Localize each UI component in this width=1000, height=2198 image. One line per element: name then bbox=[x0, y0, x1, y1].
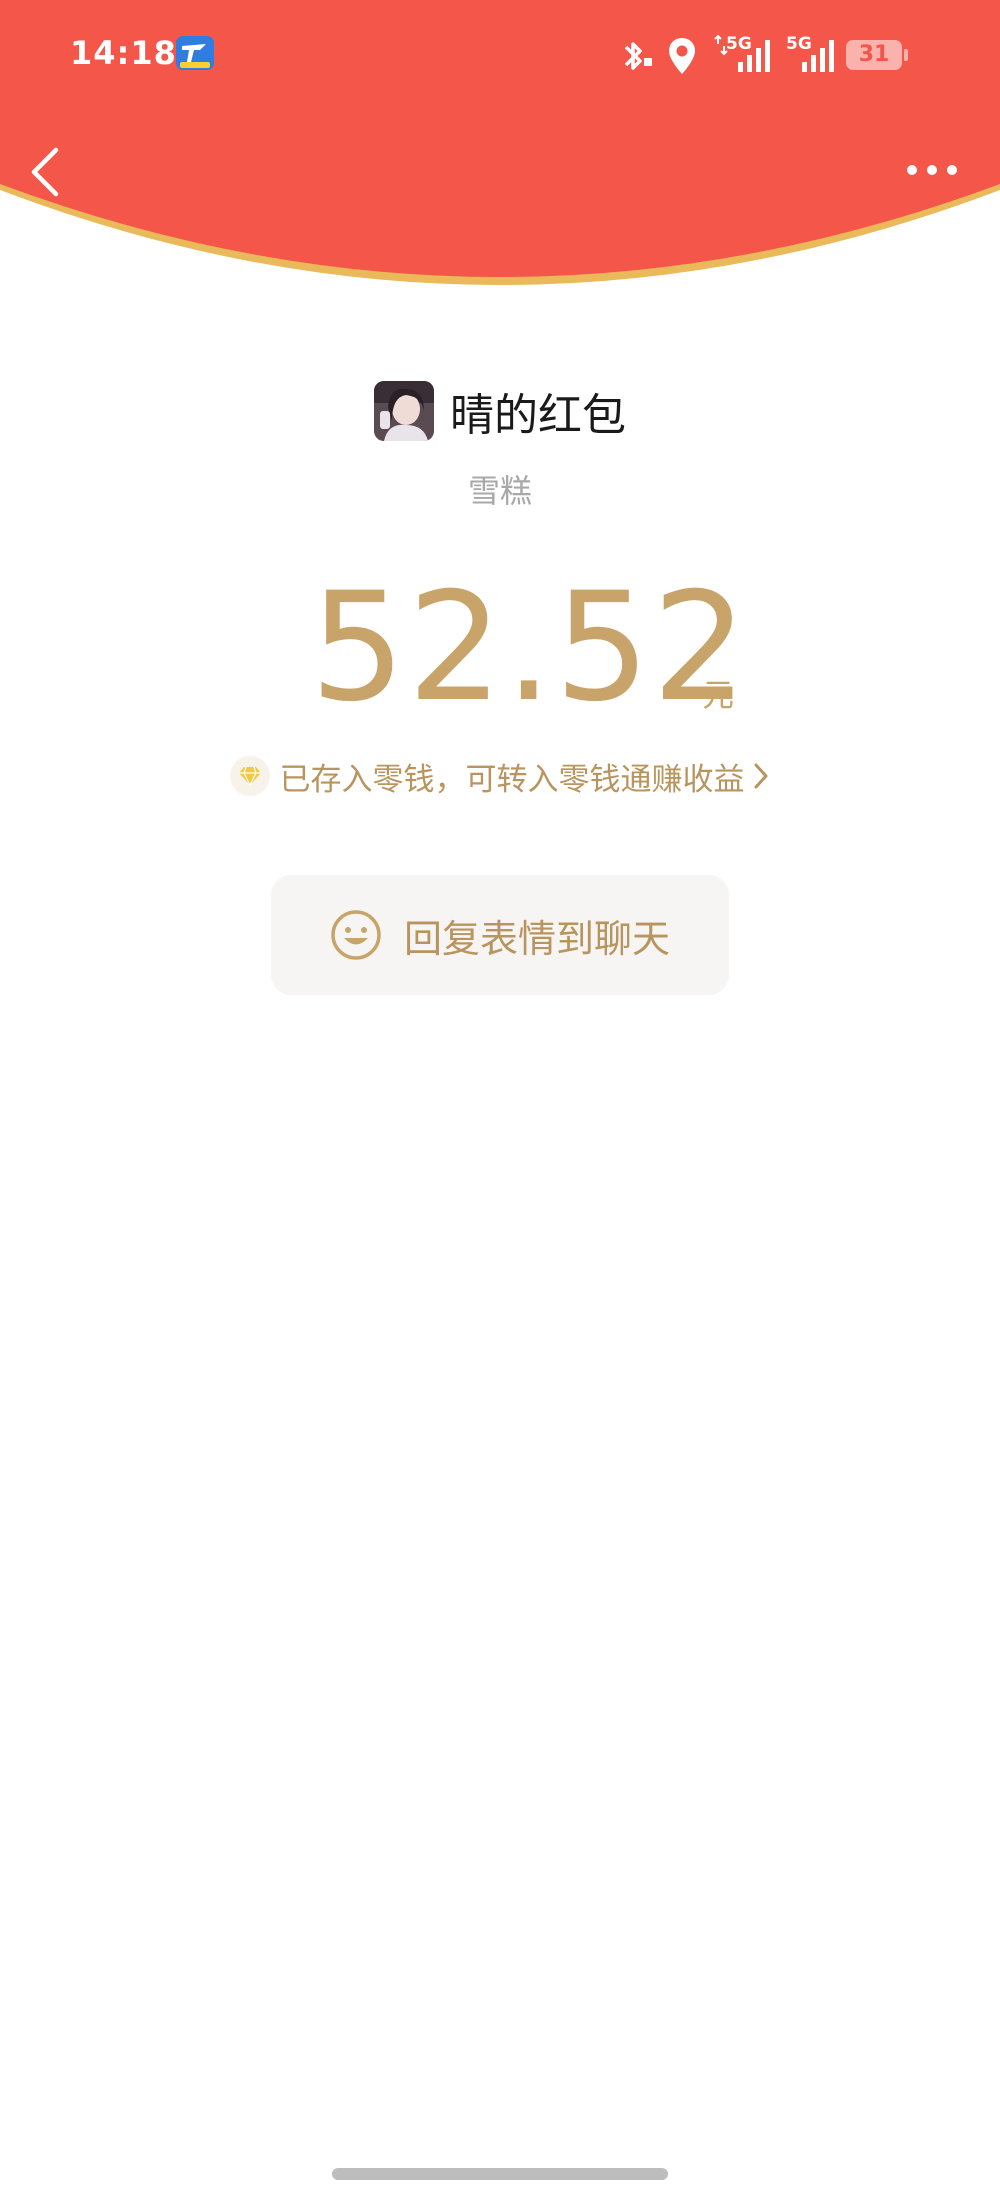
sender-avatar[interactable] bbox=[374, 381, 434, 441]
signal-2-icon: 5G bbox=[786, 34, 840, 76]
battery-tip bbox=[904, 49, 908, 61]
red-packet-message: 雪糕 bbox=[467, 472, 532, 510]
amount-value: 52.52 bbox=[310, 561, 750, 735]
more-horizontal-icon bbox=[907, 165, 957, 175]
change-balance-text: 已存入零钱，可转入零钱通赚收益 bbox=[279, 761, 745, 798]
chevron-right-icon bbox=[754, 763, 767, 789]
amount-unit: 元 bbox=[702, 676, 735, 714]
sender-row: 晴的红包 bbox=[0, 378, 1000, 444]
diamond-icon bbox=[238, 766, 261, 786]
location-icon bbox=[669, 38, 695, 74]
more-options-button[interactable] bbox=[902, 150, 962, 190]
chevron-left-icon bbox=[31, 147, 59, 197]
status-bar: 14:18 5G 5G 31 bbox=[0, 0, 1000, 110]
change-balance-link[interactable]: 已存入零钱，可转入零钱通赚收益 bbox=[0, 752, 1000, 800]
battery-level: 31 bbox=[858, 42, 890, 67]
app-notification-icon bbox=[176, 36, 214, 70]
bluetooth-icon bbox=[624, 42, 652, 70]
home-indicator[interactable] bbox=[332, 2168, 668, 2180]
battery-icon: 31 bbox=[846, 40, 902, 70]
signal-1-icon: 5G bbox=[714, 34, 774, 76]
amount-row: 52.52 元 bbox=[0, 568, 1000, 728]
back-button[interactable] bbox=[22, 142, 68, 202]
red-packet-title: 晴的红包 bbox=[450, 390, 626, 441]
smiley-face-icon bbox=[331, 910, 381, 960]
reply-button-label: 回复表情到聊天 bbox=[403, 916, 670, 961]
red-packet-detail-page: 14:18 5G 5G 31 晴的红包 雪糕 52.52 元 已存入零钱，可转入… bbox=[0, 0, 1000, 2198]
reply-with-sticker-button[interactable]: 回复表情到聊天 bbox=[271, 875, 729, 995]
diamond-icon-badge bbox=[229, 756, 270, 796]
status-time: 14:18 bbox=[70, 34, 177, 72]
